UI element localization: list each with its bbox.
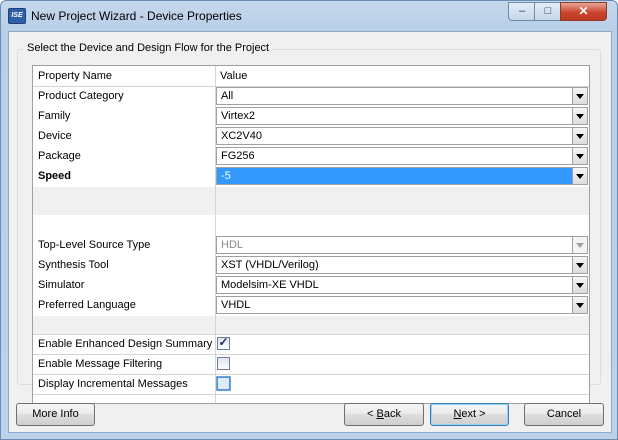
property-label: Product Category — [38, 90, 124, 102]
checkmark-icon: ✓ — [218, 335, 229, 349]
select-value: FG256 — [221, 150, 255, 162]
property-label: Package — [38, 150, 81, 162]
dropdown-arrow-icon[interactable] — [572, 108, 587, 124]
cancel-button[interactable]: Cancel — [524, 403, 604, 426]
select-value: XC2V40 — [221, 130, 262, 142]
dropdown-arrow-icon — [572, 237, 587, 253]
grid-header-row: Property Name Value — [33, 66, 589, 86]
preferred-language-select[interactable]: VHDL — [216, 296, 588, 314]
property-label: Speed — [38, 170, 72, 182]
group-title: Select the Device and Design Flow for th… — [24, 42, 273, 54]
package-select[interactable]: FG256 — [216, 147, 588, 165]
dialog-client-area: Select the Device and Design Flow for th… — [8, 31, 612, 433]
property-row-enhanced-summary: Enable Enhanced Design Summary ✓ — [33, 334, 589, 354]
property-row-product-category: Product Category All — [33, 86, 589, 106]
family-select[interactable]: Virtex2 — [216, 107, 588, 125]
select-value: VHDL — [221, 299, 251, 311]
dropdown-arrow-icon[interactable] — [572, 168, 587, 184]
dropdown-arrow-icon[interactable] — [572, 88, 587, 104]
property-label: Synthesis Tool — [38, 259, 109, 271]
property-row-top-level-source: Top-Level Source Type HDL — [33, 235, 589, 255]
back-accesskey: B — [376, 408, 384, 420]
dropdown-arrow-icon[interactable] — [572, 297, 587, 313]
property-row-family: Family Virtex2 — [33, 106, 589, 126]
window-title: New Project Wizard - Device Properties — [31, 9, 242, 23]
property-label: Family — [38, 110, 71, 122]
device-select[interactable]: XC2V40 — [216, 127, 588, 145]
property-row-message-filtering: Enable Message Filtering — [33, 354, 589, 374]
maximize-icon: □ — [544, 5, 552, 17]
property-label: Device — [38, 130, 72, 142]
dropdown-arrow-icon[interactable] — [572, 148, 587, 164]
property-row-preferred-language: Preferred Language VHDL — [33, 295, 589, 315]
simulator-select[interactable]: Modelsim-XE VHDL — [216, 276, 588, 294]
back-label: ack — [383, 408, 401, 420]
select-value: All — [221, 90, 234, 102]
select-value: Modelsim-XE VHDL — [221, 279, 319, 291]
grid-separator — [33, 316, 589, 334]
back-button[interactable]: < Back — [344, 403, 424, 426]
property-grid: Property Name Value Product Category All… — [32, 65, 590, 404]
header-property-name: Property Name — [38, 70, 112, 82]
product-category-select[interactable]: All — [216, 87, 588, 105]
wizard-window: ISE New Project Wizard - Device Properti… — [0, 0, 618, 440]
property-row-simulator: Simulator Modelsim-XE VHDL — [33, 275, 589, 295]
property-label: Enable Enhanced Design Summary — [38, 338, 213, 350]
property-row-synthesis-tool: Synthesis Tool XST (VHDL/Verilog) — [33, 255, 589, 275]
next-button[interactable]: Next > — [430, 403, 509, 426]
minimize-button[interactable]: – — [508, 2, 536, 21]
maximize-button[interactable]: □ — [534, 2, 562, 21]
minimize-icon: – — [518, 5, 526, 17]
property-label: Top-Level Source Type — [38, 239, 151, 251]
synthesis-tool-select[interactable]: XST (VHDL/Verilog) — [216, 256, 588, 274]
property-row-package: Package FG256 — [33, 146, 589, 166]
property-row-incremental-messages: Display Incremental Messages — [33, 374, 589, 394]
dropdown-arrow-icon[interactable] — [572, 128, 587, 144]
property-row-device: Device XC2V40 — [33, 126, 589, 146]
header-value: Value — [220, 70, 248, 82]
select-value: XST (VHDL/Verilog) — [221, 259, 319, 271]
ise-app-icon: ISE — [8, 8, 26, 24]
incremental-messages-checkbox[interactable] — [216, 376, 231, 391]
dropdown-arrow-icon[interactable] — [572, 277, 587, 293]
next-label: ext > — [461, 408, 486, 420]
back-prefix: < — [367, 408, 377, 420]
select-value: -5 — [221, 170, 231, 182]
title-bar[interactable]: ISE New Project Wizard - Device Properti… — [1, 1, 617, 31]
property-label: Simulator — [38, 279, 85, 291]
property-label: Preferred Language — [38, 299, 136, 311]
speed-select[interactable]: -5 — [216, 167, 588, 185]
select-value: HDL — [221, 239, 244, 251]
close-icon: ✕ — [578, 4, 589, 18]
top-level-source-select: HDL — [216, 236, 588, 254]
close-button[interactable]: ✕ — [560, 2, 607, 21]
enhanced-summary-checkbox[interactable]: ✓ — [217, 335, 230, 350]
property-label: Display Incremental Messages — [38, 378, 188, 390]
property-row-speed: Speed -5 — [33, 166, 589, 186]
grid-separator — [33, 187, 589, 215]
more-info-button[interactable]: More Info — [16, 403, 95, 426]
select-value: Virtex2 — [221, 110, 256, 122]
property-label: Enable Message Filtering — [38, 358, 163, 370]
message-filtering-checkbox[interactable] — [217, 357, 230, 370]
dropdown-arrow-icon[interactable] — [572, 257, 587, 273]
